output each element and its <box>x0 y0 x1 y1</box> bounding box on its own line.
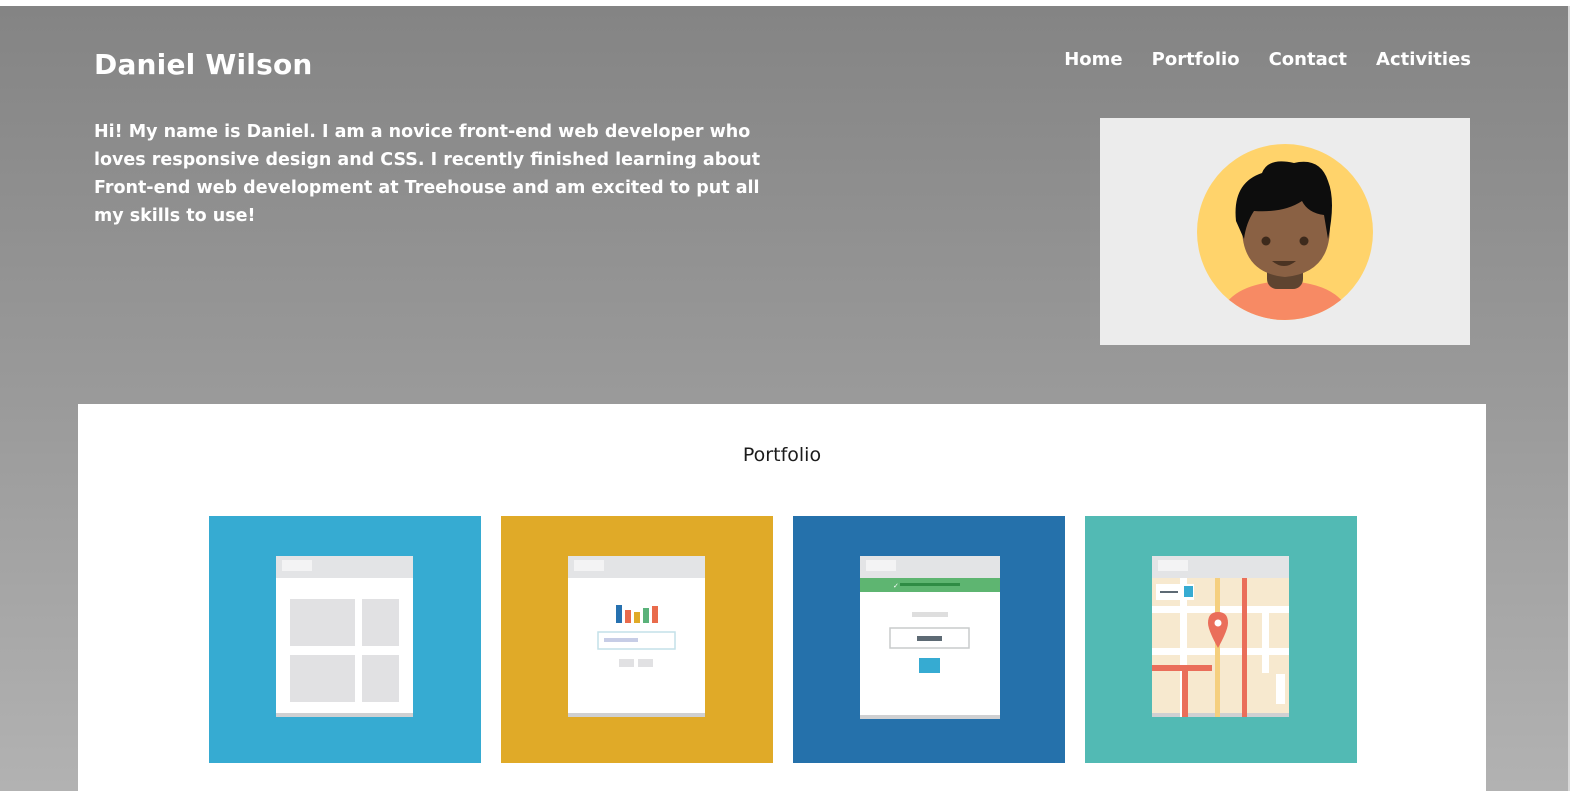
portfolio-tile-2[interactable] <box>501 516 773 763</box>
portfolio-tile-3[interactable]: ✓ <box>793 516 1065 763</box>
profile-avatar-frame <box>1100 118 1470 345</box>
intro-text: Hi! My name is Daniel. I am a novice fro… <box>94 122 761 226</box>
scrollbar[interactable] <box>1568 6 1587 791</box>
main-nav: Home Portfolio Contact Activities <box>1064 49 1471 70</box>
page: Daniel Wilson Home Portfolio Contact Act… <box>0 6 1568 791</box>
nav-activities[interactable]: Activities <box>1376 49 1471 70</box>
nav-home[interactable]: Home <box>1064 49 1122 70</box>
site-title: Daniel Wilson <box>94 48 313 81</box>
avatar <box>1197 144 1373 320</box>
nav-portfolio[interactable]: Portfolio <box>1152 49 1240 70</box>
portfolio-section: Portfolio ✓ <box>78 404 1486 791</box>
layout-grid-icon <box>276 556 413 717</box>
portfolio-tile-1[interactable] <box>209 516 481 763</box>
bar-chart-page-icon <box>568 556 705 717</box>
map-pin-icon <box>1152 556 1289 717</box>
svg-text:✓: ✓ <box>893 582 899 590</box>
portfolio-grid: ✓ <box>209 516 1357 763</box>
portfolio-heading: Portfolio <box>742 444 822 466</box>
nav-contact[interactable]: Contact <box>1269 49 1347 70</box>
login-form-icon: ✓ <box>860 556 1000 719</box>
portfolio-tile-4[interactable] <box>1085 516 1357 763</box>
